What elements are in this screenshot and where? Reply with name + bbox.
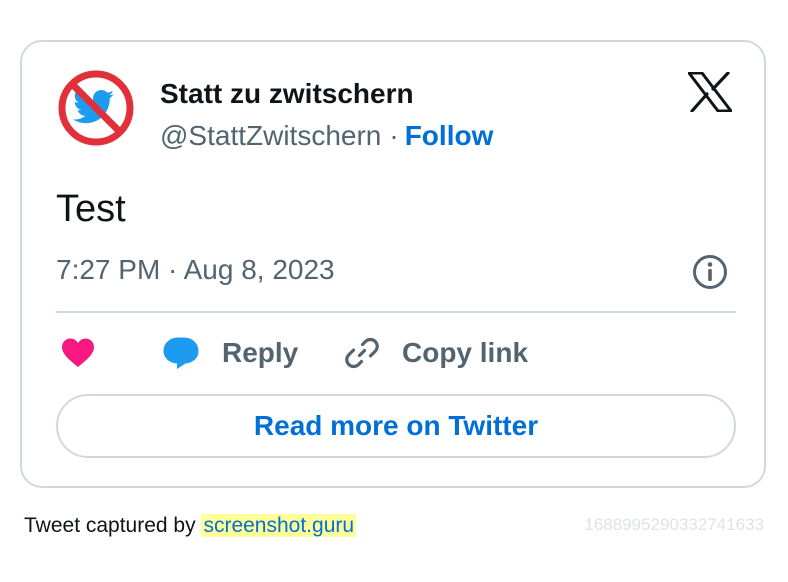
capture-credit-text: Tweet captured by — [24, 514, 196, 537]
read-more-button[interactable]: Read more on Twitter — [56, 394, 736, 458]
follow-button[interactable]: Follow — [405, 120, 494, 151]
copy-link-button[interactable]: Copy link — [344, 332, 528, 374]
tweet-timestamp[interactable]: 7:27 PM · Aug 8, 2023 — [56, 254, 335, 286]
avatar[interactable] — [58, 70, 134, 146]
x-logo-icon[interactable] — [687, 71, 733, 113]
separator-dot: · — [389, 120, 399, 151]
copy-link-label: Copy link — [402, 337, 529, 368]
tweet-id: 1688995290332741633 — [584, 515, 764, 534]
link-icon — [345, 337, 379, 369]
reply-label: Reply — [222, 337, 299, 368]
tweet-text: Test — [56, 188, 126, 230]
like-button[interactable] — [60, 332, 96, 374]
no-bird-icon — [58, 70, 134, 146]
screenshot-guru-link[interactable]: screenshot.guru — [201, 514, 357, 537]
author-handle[interactable]: @StattZwitschern — [160, 120, 381, 151]
reply-button[interactable]: Reply — [162, 332, 298, 374]
handle-line: @StattZwitschern · Follow — [160, 120, 493, 152]
divider — [56, 311, 736, 313]
tweet-card: Statt zu zwitschern @StattZwitschern · Fol… — [20, 40, 766, 488]
speech-bubble-icon — [163, 337, 199, 369]
author-name[interactable]: Statt zu zwitschern — [160, 78, 414, 110]
capture-credit: Tweet captured by screenshot.guru — [24, 514, 357, 538]
info-icon[interactable] — [692, 254, 728, 290]
heart-icon — [62, 338, 94, 367]
